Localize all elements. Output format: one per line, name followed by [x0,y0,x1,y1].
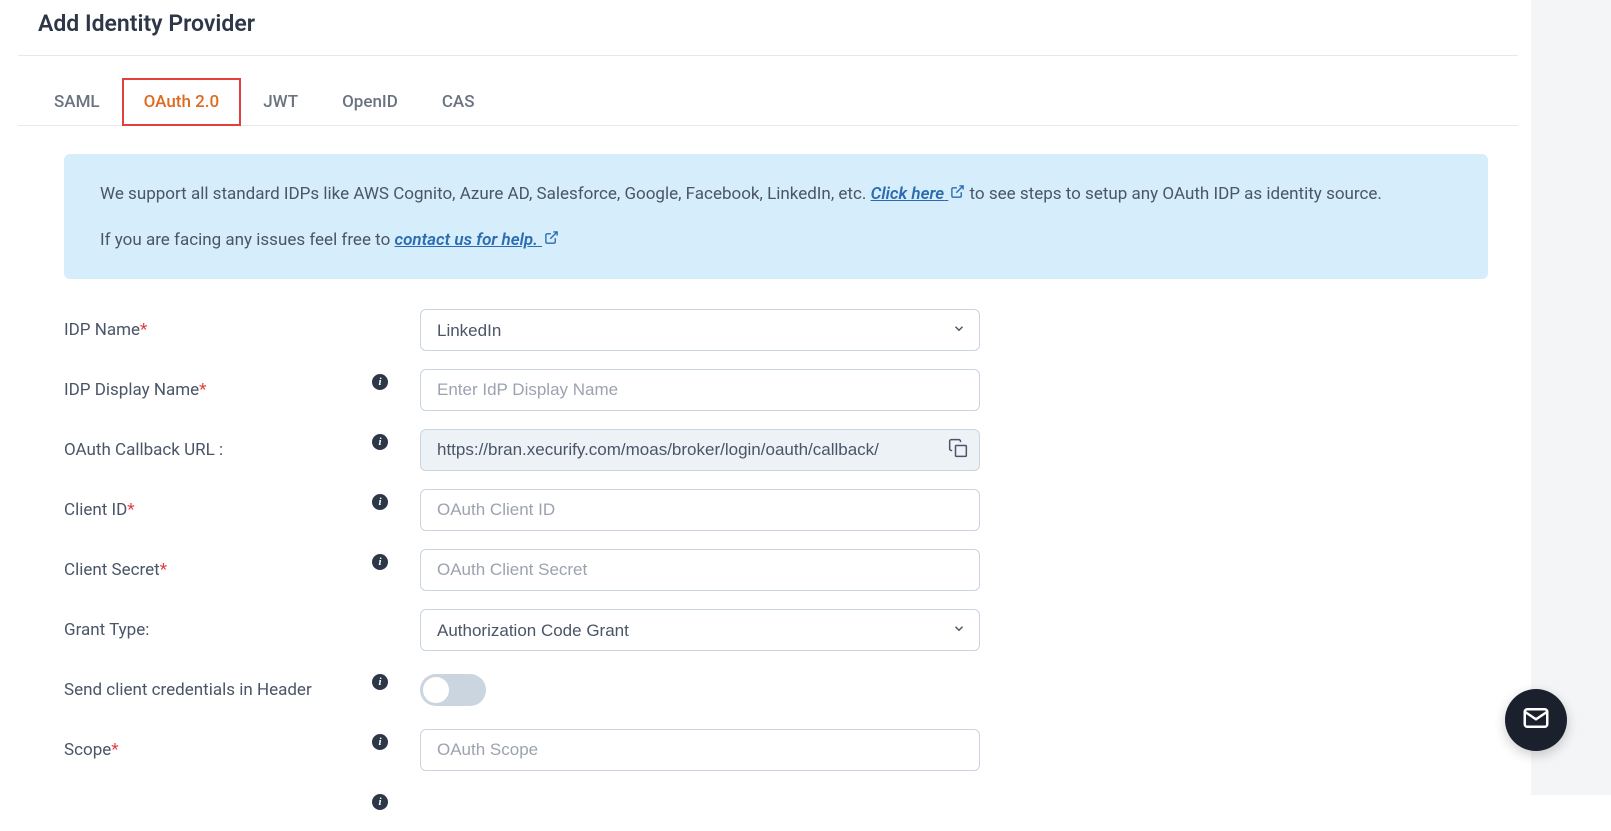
mail-icon [1521,703,1551,737]
client-id-input[interactable] [420,489,980,531]
info-icon[interactable]: i [372,734,388,750]
callback-url-label: OAuth Callback URL : [64,440,372,460]
client-secret-input[interactable] [420,549,980,591]
info-box: We support all standard IDPs like AWS Co… [64,154,1488,279]
info-icon[interactable]: i [372,494,388,510]
required-star: * [160,560,167,580]
idp-display-name-input[interactable] [420,369,980,411]
tab-saml[interactable]: SAML [32,78,122,126]
client-secret-label: Client Secret* [64,560,372,580]
copy-icon[interactable] [948,438,968,462]
page-title: Add Identity Provider [18,0,1518,56]
required-star: * [111,740,118,760]
tab-jwt[interactable]: JWT [241,78,320,126]
info-icon[interactable]: i [372,554,388,570]
info-icon[interactable]: i [372,674,388,690]
contact-us-link[interactable]: contact us for help. [395,230,560,250]
client-id-label: Client ID* [64,500,372,520]
scope-label: Scope* [64,740,372,760]
tab-openid[interactable]: OpenID [320,78,420,126]
required-star: * [199,380,206,400]
right-gutter [1531,0,1611,795]
toggle-knob [423,677,449,703]
click-here-link[interactable]: Click here [871,184,966,204]
idp-name-select[interactable]: LinkedIn [420,309,980,351]
chat-fab[interactable] [1505,689,1567,751]
info-text-2a: If you are facing any issues feel free t… [100,230,395,250]
idp-display-name-label: IDP Display Name* [64,380,372,400]
tab-cas[interactable]: CAS [420,78,497,126]
info-icon[interactable]: i [372,434,388,450]
external-link-icon [950,182,965,208]
tabs: SAML OAuth 2.0 JWT OpenID CAS [18,78,1518,126]
info-icon[interactable]: i [372,794,388,810]
tab-oauth2[interactable]: OAuth 2.0 [122,78,242,126]
external-link-icon [544,228,559,254]
info-text-1b: to see steps to setup any OAuth IDP as i… [965,184,1382,204]
info-text-1a: We support all standard IDPs like AWS Co… [100,184,871,204]
idp-name-label: IDP Name* [64,320,372,340]
required-star: * [127,500,134,520]
send-in-header-label: Send client credentials in Header [64,680,372,700]
grant-type-label: Grant Type: [64,620,372,640]
info-icon[interactable]: i [372,374,388,390]
grant-type-select[interactable]: Authorization Code Grant [420,609,980,651]
send-in-header-toggle[interactable] [420,674,486,706]
callback-url-input [420,429,980,471]
required-star: * [140,320,147,340]
scope-input[interactable] [420,729,980,771]
